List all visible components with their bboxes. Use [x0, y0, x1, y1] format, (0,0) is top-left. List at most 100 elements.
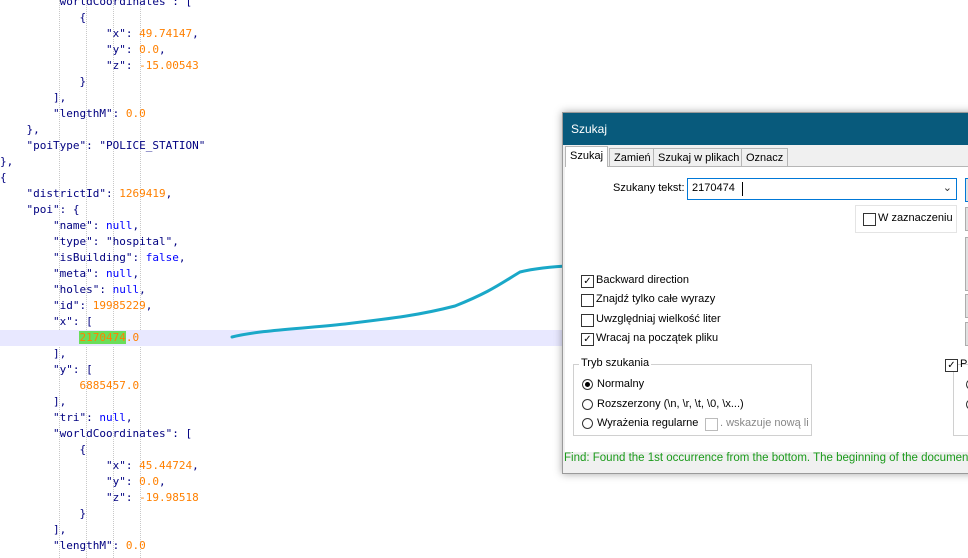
- code-token: "y": [105, 43, 126, 56]
- code-token: .0: [125, 331, 140, 344]
- dialog-titlebar[interactable]: Szukaj: [563, 113, 968, 145]
- code-token: {: [0, 11, 87, 24]
- code-token: -15.00543: [139, 59, 199, 72]
- code-token: :: [92, 267, 106, 280]
- code-token: ,: [145, 299, 153, 312]
- code-token: ,: [172, 235, 179, 248]
- option-checkbox-whole-word[interactable]: [581, 294, 594, 307]
- code-token: false: [145, 251, 179, 264]
- code-token: ],: [0, 395, 67, 408]
- code-token: :: [125, 491, 140, 504]
- code-token: :: [92, 219, 106, 232]
- code-line[interactable]: ],: [0, 90, 968, 106]
- code-line[interactable]: "y": 0.0,: [0, 474, 968, 490]
- transparency-group: [953, 364, 968, 436]
- tab-find-in-files[interactable]: Szukaj w plikach: [653, 148, 745, 166]
- code-token: "isBuilding": [52, 251, 133, 264]
- code-token: {: [0, 443, 87, 456]
- code-line[interactable]: "z": -15.00543: [0, 58, 968, 74]
- code-token: :: [99, 283, 113, 296]
- transparency-checkbox[interactable]: ✓: [945, 359, 958, 372]
- code-token: "x": [52, 315, 73, 328]
- search-value: 2170474: [692, 182, 735, 194]
- mode-radio-extended[interactable]: [582, 399, 593, 410]
- option-checkbox-wrap[interactable]: ✓: [581, 333, 594, 346]
- search-input[interactable]: 2170474 ⌄: [687, 178, 957, 200]
- code-token: ,: [165, 187, 173, 200]
- checkmark-icon: ✓: [583, 276, 592, 287]
- code-line[interactable]: "lengthM": 0.0: [0, 538, 968, 554]
- code-token: 0.0: [139, 475, 159, 488]
- option-label-backward: Backward direction: [596, 274, 689, 286]
- code-token: ],: [0, 523, 67, 536]
- code-line[interactable]: }: [0, 74, 968, 90]
- code-token: "hospital": [105, 235, 173, 248]
- dot-newline-label: . wskazuje nową li: [720, 417, 809, 429]
- status-message: Find: Found the 1st occurrence from the …: [564, 452, 968, 464]
- code-token: "z": [105, 59, 126, 72]
- code-token: : [: [72, 315, 93, 328]
- text-cursor: [742, 182, 743, 196]
- code-token: null: [112, 283, 140, 296]
- code-token: ,: [125, 411, 133, 424]
- code-token: ,: [178, 251, 186, 264]
- in-selection-checkbox[interactable]: [863, 213, 876, 226]
- code-line[interactable]: "z": -19.98518: [0, 490, 968, 506]
- code-token: :: [125, 59, 140, 72]
- option-checkbox-backward[interactable]: ✓: [581, 275, 594, 288]
- code-line[interactable]: ],: [0, 522, 968, 538]
- code-token: :: [125, 27, 140, 40]
- code-token: "worldCoordinates": [52, 427, 173, 440]
- code-token: ,: [132, 267, 140, 280]
- code-token: "lengthM": [52, 539, 113, 552]
- code-token: "name": [52, 219, 93, 232]
- code-line[interactable]: "x": 49.74147,: [0, 26, 968, 42]
- code-token: "id": [52, 299, 80, 312]
- code-token: : [: [72, 363, 93, 376]
- search-label: Szukany tekst:: [613, 182, 685, 194]
- checkmark-icon: ✓: [947, 360, 956, 371]
- code-token: null: [105, 219, 133, 232]
- code-token: "y": [52, 363, 73, 376]
- code-token: :: [112, 107, 126, 120]
- dot-newline-checkbox[interactable]: [705, 418, 718, 431]
- code-token: :: [132, 251, 146, 264]
- tab-find[interactable]: Szukaj: [565, 146, 609, 167]
- code-token: }: [0, 75, 87, 88]
- tab-mark[interactable]: Oznacz: [741, 148, 789, 166]
- code-token: "x": [105, 459, 126, 472]
- chevron-down-icon[interactable]: ⌄: [943, 181, 952, 194]
- code-token: "meta": [52, 267, 93, 280]
- code-token: "districtId": [26, 187, 106, 200]
- code-token: 1269419: [119, 187, 166, 200]
- checkmark-icon: ✓: [583, 334, 592, 345]
- code-token: : [: [172, 0, 193, 8]
- mode-radio-regex[interactable]: [582, 418, 593, 429]
- code-line[interactable]: "y": 0.0,: [0, 42, 968, 58]
- code-token: :: [79, 299, 93, 312]
- code-token: "y": [105, 475, 126, 488]
- code-line[interactable]: "worldCoordinates": [: [0, 0, 968, 10]
- mode-radio-normal[interactable]: [582, 379, 593, 390]
- code-token: "tri": [52, 411, 87, 424]
- code-token: ,: [139, 283, 146, 296]
- code-token: ,: [192, 459, 199, 472]
- tab-replace[interactable]: Zamień: [609, 148, 656, 166]
- code-line[interactable]: }: [0, 506, 968, 522]
- code-token: ,: [158, 43, 166, 56]
- code-token: ,: [192, 27, 199, 40]
- code-line[interactable]: {: [0, 10, 968, 26]
- option-label-wrap: Wracaj na początek pliku: [596, 332, 719, 344]
- code-token: "lengthM": [52, 107, 113, 120]
- code-token: },: [0, 155, 14, 168]
- option-label-match-case: Uwzględniaj wielkość liter: [596, 313, 721, 325]
- option-checkbox-match-case[interactable]: [581, 314, 594, 327]
